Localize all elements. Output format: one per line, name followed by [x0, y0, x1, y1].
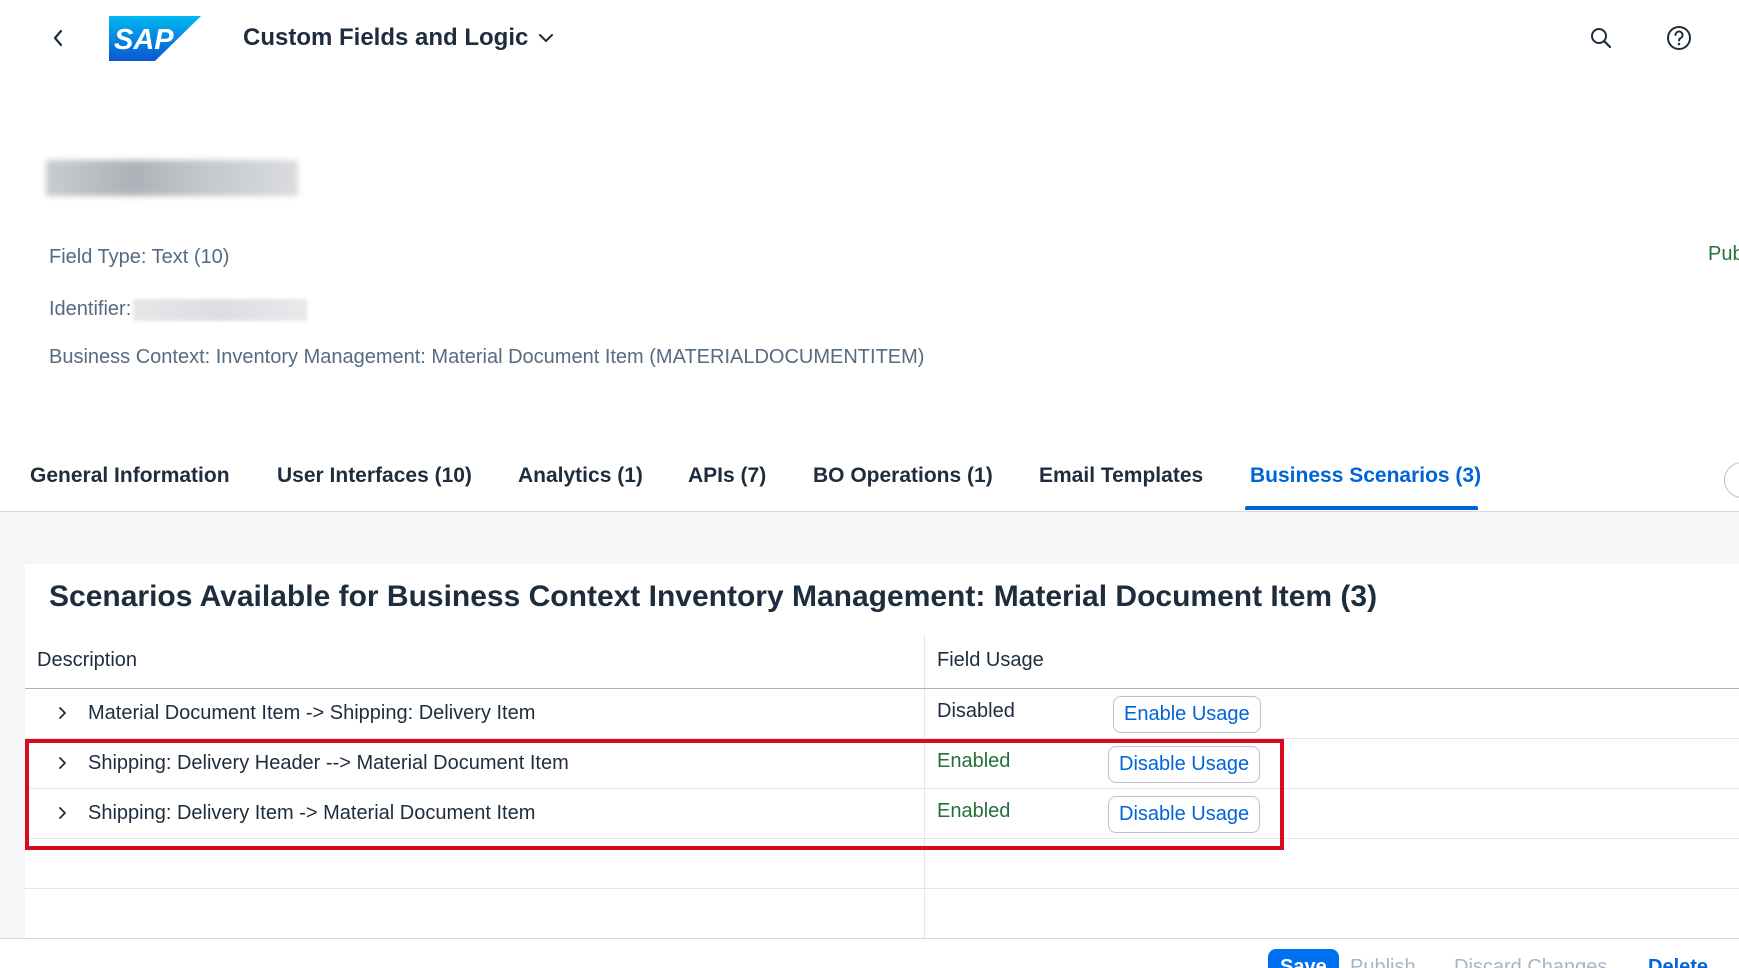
scenario-description: Shipping: Delivery Header --> Material D…	[88, 752, 569, 774]
business-context: Business Context: Inventory Management: …	[49, 346, 925, 368]
field-usage-status: Disabled	[937, 700, 1015, 722]
identifier-value-redacted	[133, 298, 308, 321]
table-header: Description Field Usage	[25, 634, 1739, 689]
field-type: Field Type: Text (10)	[49, 246, 230, 268]
app-title: Custom Fields and Logic	[243, 24, 529, 51]
identifier: Identifier:	[49, 298, 308, 321]
shell-bar: SAP Custom Fields and Logic	[0, 0, 1739, 76]
footer-toolbar: Save Publish Discard Changes Delete	[0, 938, 1739, 968]
publish-button[interactable]: Publish	[1350, 949, 1416, 968]
object-title-redacted	[46, 160, 298, 196]
tab-apis[interactable]: APIs (7)	[688, 464, 766, 488]
sap-logo: SAP	[109, 16, 201, 61]
tab-analytics[interactable]: Analytics (1)	[518, 464, 643, 488]
chevron-right-icon	[59, 707, 66, 719]
tab-overflow-button[interactable]	[1724, 462, 1739, 498]
disable-usage-button[interactable]: Disable Usage	[1108, 746, 1261, 783]
column-header-description: Description	[37, 649, 138, 671]
disable-usage-button[interactable]: Disable Usage	[1108, 796, 1261, 833]
column-header-field-usage: Field Usage	[937, 649, 1044, 671]
identifier-label: Identifier:	[49, 298, 132, 320]
tab-email-templates[interactable]: Email Templates	[1039, 464, 1203, 488]
table-row-empty	[25, 839, 1739, 889]
search-button[interactable]	[1581, 20, 1621, 56]
status-text: Pub	[1708, 243, 1739, 265]
table-row[interactable]: Material Document Item -> Shipping: Deli…	[25, 689, 1739, 739]
active-tab-indicator	[1245, 506, 1478, 510]
scenarios-panel: Scenarios Available for Business Context…	[25, 564, 1739, 938]
search-icon	[1591, 28, 1612, 49]
expand-row-button[interactable]	[52, 701, 72, 725]
delete-button[interactable]: Delete	[1648, 949, 1708, 968]
tab-bo-operations[interactable]: BO Operations (1)	[813, 464, 993, 488]
tab-user-interfaces[interactable]: User Interfaces (10)	[277, 464, 472, 488]
tab-bar: General Information User Interfaces (10)…	[0, 450, 1739, 512]
table-row[interactable]: Shipping: Delivery Header --> Material D…	[25, 739, 1739, 789]
save-button[interactable]: Save	[1268, 949, 1339, 968]
discard-changes-button[interactable]: Discard Changes	[1454, 949, 1607, 968]
field-usage-status: Enabled	[937, 750, 1011, 772]
tab-general-information[interactable]: General Information	[30, 464, 230, 488]
tab-business-scenarios[interactable]: Business Scenarios (3)	[1250, 464, 1481, 488]
back-icon	[53, 29, 63, 47]
chevron-right-icon	[59, 807, 66, 819]
enable-usage-button[interactable]: Enable Usage	[1113, 696, 1261, 733]
svg-text:SAP: SAP	[114, 24, 174, 56]
field-usage-status: Enabled	[937, 800, 1011, 822]
chevron-down-icon	[539, 34, 554, 42]
help-button[interactable]	[1659, 20, 1699, 56]
table-row[interactable]: Shipping: Delivery Item -> Material Docu…	[25, 789, 1739, 839]
chevron-right-icon	[59, 757, 66, 769]
scenario-description: Material Document Item -> Shipping: Deli…	[88, 702, 536, 724]
panel-title: Scenarios Available for Business Context…	[49, 580, 1378, 613]
back-button[interactable]	[40, 20, 76, 56]
scenario-description: Shipping: Delivery Item -> Material Docu…	[88, 802, 536, 824]
app-title-menu[interactable]: Custom Fields and Logic	[243, 22, 554, 54]
help-icon	[1667, 26, 1691, 50]
expand-row-button[interactable]	[52, 801, 72, 825]
expand-row-button[interactable]	[52, 751, 72, 775]
